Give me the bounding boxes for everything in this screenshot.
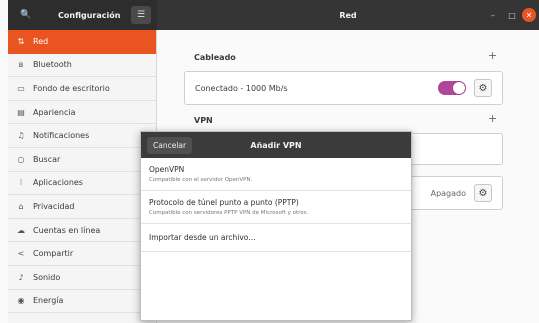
cloud-icon: ☁ — [17, 225, 25, 235]
gear-icon: ⚙ — [478, 82, 488, 94]
sidebar-item-notifications[interactable]: ♫ Notificaciones — [8, 124, 156, 148]
sidebar-item-privacy[interactable]: ⌂ Privacidad — [8, 195, 156, 219]
sidebar-item-applications[interactable]: ⁝ Aplicaciones — [8, 172, 156, 196]
bluetooth-icon: ʙ — [18, 60, 24, 70]
search-icon: ○ — [17, 154, 25, 164]
wired-card: Conectado - 1000 Mb/s ⚙ — [184, 71, 503, 105]
close-button[interactable]: ✕ — [522, 8, 536, 22]
sidebar-item-sound[interactable]: ♪ Sonido — [8, 266, 156, 290]
sidebar-item-label: Bluetooth — [33, 60, 72, 70]
minimize-button[interactable]: – — [486, 8, 500, 22]
add-wired-button[interactable]: + — [488, 49, 497, 62]
sidebar-item-label: Fondo de escritorio — [33, 83, 110, 93]
search-button[interactable]: 🔍 — [16, 6, 36, 24]
music-icon: ♪ — [18, 272, 24, 282]
sidebar-item-power[interactable]: ◉ Energía — [8, 290, 156, 314]
option-subtitle: Compatible con servidores PPTP VPN de Mi… — [149, 210, 309, 216]
wired-status: Conectado - 1000 Mb/s — [195, 83, 288, 93]
option-title: Protocolo de túnel punto a punto (PPTP) — [149, 198, 299, 207]
close-icon: ✕ — [525, 10, 533, 20]
sidebar-item-label: Sonido — [33, 272, 61, 282]
wired-section-title: Cableado — [194, 53, 236, 62]
sidebar-item-label: Cuentas en línea — [33, 225, 101, 235]
vpn-section-title: VPN — [194, 116, 213, 125]
apps-icon: ⁝ — [19, 178, 23, 188]
add-vpn-dialog: Cancelar Añadir VPN OpenVPN Compatible c… — [140, 131, 412, 321]
lock-icon: ⌂ — [18, 201, 24, 211]
maximize-button[interactable]: □ — [505, 8, 519, 22]
app-title: Configuración — [58, 10, 121, 20]
dialog-header: Cancelar Añadir VPN — [141, 132, 411, 158]
sidebar-item-label: Buscar — [33, 154, 61, 164]
vpn-option-openvpn[interactable]: OpenVPN Compatible con el servidor OpenV… — [141, 158, 411, 191]
appearance-icon: ▤ — [17, 107, 25, 117]
add-vpn-button[interactable]: + — [488, 112, 497, 125]
option-title: Importar desde un archivo… — [149, 233, 256, 242]
sidebar-item-label: Apariencia — [33, 107, 76, 117]
search-icon: 🔍 — [20, 10, 32, 20]
option-subtitle: Compatible con el servidor OpenVPN. — [149, 177, 253, 183]
sidebar-item-sharing[interactable]: < Compartir — [8, 242, 156, 266]
wallpaper-icon: ▭ — [17, 83, 25, 93]
sidebar-item-label: Compartir — [33, 249, 74, 259]
proxy-settings-button[interactable]: ⚙ — [474, 184, 492, 202]
sidebar-item-red[interactable]: ⇅ Red — [8, 30, 156, 54]
proxy-status: Apagado — [430, 188, 466, 198]
wired-connection-row: Conectado - 1000 Mb/s ⚙ — [185, 72, 502, 104]
sidebar-item-online-accounts[interactable]: ☁ Cuentas en línea — [8, 219, 156, 243]
bell-icon: ♫ — [17, 131, 25, 141]
cancel-button[interactable]: Cancelar — [147, 136, 193, 154]
sidebar-item-label: Energía — [33, 296, 64, 306]
sidebar-item-label: Notificaciones — [33, 131, 90, 141]
minimize-icon: – — [491, 10, 495, 20]
sidebar-item-appearance[interactable]: ▤ Apariencia — [8, 101, 156, 125]
option-title: OpenVPN — [149, 165, 185, 174]
wired-settings-button[interactable]: ⚙ — [474, 79, 492, 97]
sidebar-item-label: Red — [33, 36, 49, 46]
wired-toggle[interactable] — [438, 81, 466, 95]
sidebar-item-label: Privacidad — [33, 201, 75, 211]
maximize-icon: □ — [508, 10, 516, 20]
sidebar-item-wallpaper[interactable]: ▭ Fondo de escritorio — [8, 77, 156, 101]
sidebar-item-search[interactable]: ○ Buscar — [8, 148, 156, 172]
gear-icon: ⚙ — [478, 187, 488, 199]
vpn-option-import[interactable]: Importar desde un archivo… — [141, 224, 411, 252]
sidebar-item-bluetooth[interactable]: ʙ Bluetooth — [8, 54, 156, 78]
share-icon: < — [17, 249, 25, 259]
vpn-option-pptp[interactable]: Protocolo de túnel punto a punto (PPTP) … — [141, 191, 411, 224]
hamburger-icon: ☰ — [136, 10, 146, 20]
menu-button[interactable]: ☰ — [131, 6, 151, 24]
sidebar-item-label: Aplicaciones — [33, 178, 83, 188]
network-icon: ⇅ — [17, 36, 25, 46]
power-icon: ◉ — [17, 296, 25, 306]
window-title: Red — [339, 10, 357, 20]
sidebar-header: 🔍 Configuración ☰ — [8, 0, 157, 30]
window-header: Red – □ ✕ — [157, 0, 539, 30]
sidebar: ⇅ Red ʙ Bluetooth ▭ Fondo de escritorio … — [8, 30, 157, 323]
